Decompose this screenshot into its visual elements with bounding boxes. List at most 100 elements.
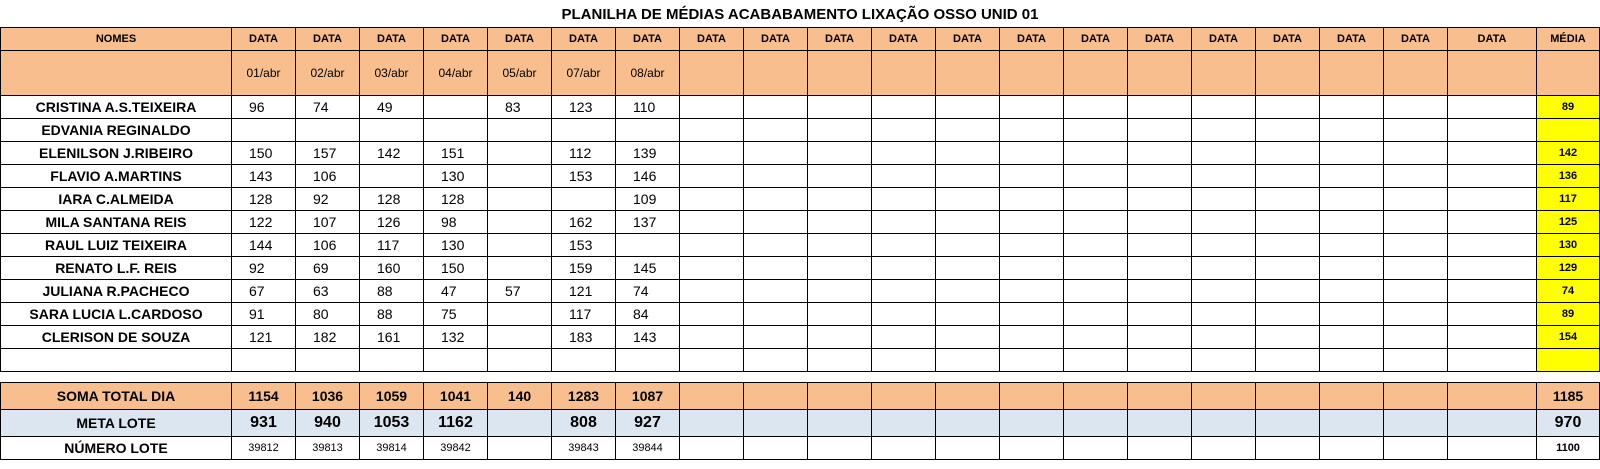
value-cell[interactable] <box>935 210 1000 234</box>
value-cell[interactable] <box>743 118 808 142</box>
header-date[interactable]: DATA <box>935 27 1000 51</box>
lote-value[interactable]: 39843 <box>551 436 616 460</box>
value-cell[interactable]: 109 <box>615 187 680 211</box>
value-cell[interactable] <box>1127 279 1192 303</box>
value-cell[interactable] <box>1447 348 1537 372</box>
value-cell[interactable] <box>935 164 1000 188</box>
value-cell[interactable] <box>1319 256 1384 280</box>
average-cell[interactable]: 89 <box>1536 95 1600 119</box>
soma-value[interactable]: 1036 <box>295 382 360 410</box>
value-cell[interactable] <box>999 302 1064 326</box>
value-cell[interactable] <box>1063 118 1128 142</box>
value-cell[interactable] <box>679 233 744 257</box>
value-cell[interactable] <box>807 187 872 211</box>
soma-value[interactable] <box>1447 382 1537 410</box>
value-cell[interactable]: 88 <box>359 302 424 326</box>
value-cell[interactable] <box>871 95 936 119</box>
value-cell[interactable] <box>1063 187 1128 211</box>
value-cell[interactable] <box>487 256 552 280</box>
value-cell[interactable]: 162 <box>551 210 616 234</box>
name-cell[interactable]: IARA C.ALMEIDA <box>0 187 232 211</box>
value-cell[interactable]: 139 <box>615 141 680 165</box>
value-cell[interactable] <box>743 279 808 303</box>
lote-value[interactable] <box>871 436 936 460</box>
lote-value[interactable]: 39813 <box>295 436 360 460</box>
value-cell[interactable]: 157 <box>295 141 360 165</box>
lote-value[interactable] <box>1255 436 1320 460</box>
value-cell[interactable] <box>1191 233 1256 257</box>
date-cell[interactable]: 02/abr <box>295 50 360 96</box>
value-cell[interactable]: 106 <box>295 164 360 188</box>
value-cell[interactable] <box>1447 210 1537 234</box>
value-cell[interactable] <box>807 302 872 326</box>
meta-value[interactable] <box>1255 409 1320 437</box>
date-cell[interactable] <box>1191 50 1256 96</box>
value-cell[interactable] <box>807 256 872 280</box>
value-cell[interactable] <box>935 348 1000 372</box>
soma-value[interactable] <box>1383 382 1448 410</box>
value-cell[interactable] <box>1255 302 1320 326</box>
value-cell[interactable]: 98 <box>423 210 488 234</box>
value-cell[interactable] <box>679 164 744 188</box>
average-cell[interactable]: 136 <box>1536 164 1600 188</box>
value-cell[interactable] <box>1063 233 1128 257</box>
header-date[interactable]: DATA <box>1255 27 1320 51</box>
header-date[interactable]: DATA <box>743 27 808 51</box>
value-cell[interactable]: 92 <box>295 187 360 211</box>
name-cell[interactable]: SARA LUCIA L.CARDOSO <box>0 302 232 326</box>
value-cell[interactable] <box>1255 164 1320 188</box>
value-cell[interactable] <box>999 141 1064 165</box>
value-cell[interactable] <box>1127 302 1192 326</box>
meta-value[interactable] <box>999 409 1064 437</box>
value-cell[interactable] <box>1191 302 1256 326</box>
date-cell[interactable]: 05/abr <box>487 50 552 96</box>
value-cell[interactable] <box>1383 164 1448 188</box>
lote-value[interactable] <box>1063 436 1128 460</box>
value-cell[interactable] <box>423 95 488 119</box>
value-cell[interactable] <box>487 164 552 188</box>
value-cell[interactable]: 143 <box>231 164 296 188</box>
lote-value[interactable]: 39844 <box>615 436 680 460</box>
value-cell[interactable]: 128 <box>231 187 296 211</box>
value-cell[interactable] <box>487 348 552 372</box>
value-cell[interactable] <box>1319 187 1384 211</box>
value-cell[interactable] <box>871 118 936 142</box>
value-cell[interactable] <box>1383 233 1448 257</box>
value-cell[interactable] <box>1383 141 1448 165</box>
value-cell[interactable] <box>935 141 1000 165</box>
value-cell[interactable] <box>1255 210 1320 234</box>
soma-value[interactable] <box>1191 382 1256 410</box>
value-cell[interactable] <box>1255 348 1320 372</box>
value-cell[interactable]: 128 <box>423 187 488 211</box>
value-cell[interactable] <box>999 233 1064 257</box>
value-cell[interactable] <box>871 233 936 257</box>
average-cell[interactable]: 129 <box>1536 256 1600 280</box>
value-cell[interactable] <box>743 233 808 257</box>
soma-value[interactable] <box>999 382 1064 410</box>
value-cell[interactable] <box>871 164 936 188</box>
value-cell[interactable] <box>551 348 616 372</box>
value-cell[interactable]: 80 <box>295 302 360 326</box>
lote-value[interactable] <box>807 436 872 460</box>
date-cell[interactable] <box>743 50 808 96</box>
name-cell[interactable]: JULIANA R.PACHECO <box>0 279 232 303</box>
name-cell[interactable]: RENATO L.F. REIS <box>0 256 232 280</box>
date-cell[interactable]: 07/abr <box>551 50 616 96</box>
value-cell[interactable] <box>1383 95 1448 119</box>
date-cell[interactable]: 03/abr <box>359 50 424 96</box>
value-cell[interactable]: 121 <box>551 279 616 303</box>
value-cell[interactable] <box>551 187 616 211</box>
value-cell[interactable]: 83 <box>487 95 552 119</box>
value-cell[interactable] <box>359 348 424 372</box>
value-cell[interactable] <box>1191 187 1256 211</box>
value-cell[interactable] <box>1063 279 1128 303</box>
value-cell[interactable] <box>1319 118 1384 142</box>
header-date[interactable]: DATA <box>1447 27 1537 51</box>
value-cell[interactable] <box>487 210 552 234</box>
value-cell[interactable] <box>1127 95 1192 119</box>
average-cell[interactable]: 142 <box>1536 141 1600 165</box>
value-cell[interactable]: 49 <box>359 95 424 119</box>
soma-value[interactable] <box>1255 382 1320 410</box>
date-cell[interactable] <box>1383 50 1448 96</box>
value-cell[interactable] <box>807 141 872 165</box>
